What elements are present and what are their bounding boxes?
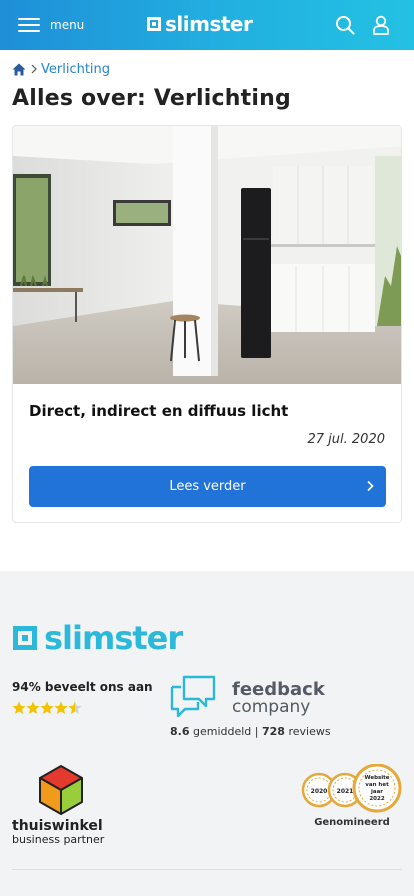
article-card[interactable]: Direct, indirect en diffuus licht 27 jul… (12, 125, 402, 523)
hamburger-icon (18, 17, 40, 33)
award-year-2020: 2020 (311, 788, 328, 795)
review-count-label: reviews (288, 725, 331, 738)
footer-divider (12, 869, 402, 870)
user-icon[interactable] (371, 15, 391, 35)
article-image[interactable] (13, 126, 401, 384)
chevron-right-icon (31, 64, 37, 74)
website-award-badges[interactable]: 2020 2021 Website van het jaar 2022 (301, 763, 403, 820)
thuiswinkel-cube-icon (39, 765, 83, 815)
slimster-logo-icon (13, 626, 37, 650)
award-line-4: 2022 (369, 796, 384, 802)
header-logo[interactable]: slimster (146, 12, 253, 36)
star-icon (40, 701, 54, 714)
review-count: 728 (262, 725, 285, 738)
search-icon[interactable] (335, 15, 355, 35)
rating-stars (12, 701, 82, 715)
read-more-label: Lees verder (169, 479, 246, 494)
site-footer: slimster 94% beveelt ons aan feedback co… (0, 571, 414, 896)
award-seal-icon: 2020 2021 Website van het jaar 2022 (301, 763, 402, 813)
award-caption: Genomineerd (314, 817, 390, 828)
breadcrumb: Verlichting (12, 60, 110, 78)
read-more-button[interactable]: Lees verder (29, 466, 386, 507)
chevron-right-icon (367, 480, 374, 492)
menu-button[interactable]: menu (18, 14, 84, 36)
thuiswinkel-name: thuiswinkel (12, 818, 103, 834)
star-half-icon (68, 701, 82, 714)
award-line-2: van het (365, 782, 389, 788)
award-line-3: jaar (370, 789, 383, 795)
breadcrumb-current[interactable]: Verlichting (41, 62, 110, 77)
menu-label: menu (50, 18, 85, 32)
article-date: 27 jul. 2020 (307, 432, 386, 447)
award-line-1: Website (364, 775, 389, 781)
header-brand: slimster (165, 12, 253, 36)
thuiswinkel-logo[interactable] (12, 764, 110, 820)
recommend-text: 94% beveelt ons aan (12, 680, 153, 694)
top-header: menu slimster (0, 0, 414, 50)
home-icon[interactable] (12, 63, 26, 76)
speech-bubbles-icon (170, 675, 216, 718)
review-score-label: gemiddeld | (193, 725, 259, 738)
star-icon (26, 701, 40, 714)
feedback-company-word2: company (232, 697, 311, 717)
review-score: 8.6 (170, 725, 190, 738)
thuiswinkel-subtitle: business partner (12, 833, 105, 846)
page-title: Alles over: Verlichting (12, 86, 291, 111)
footer-logo[interactable]: slimster (12, 619, 183, 657)
star-icon (54, 701, 68, 714)
award-year-2021: 2021 (337, 788, 354, 795)
star-icon (12, 701, 26, 714)
feedback-company-stats: 8.6 gemiddeld | 728 reviews (170, 725, 331, 738)
article-title[interactable]: Direct, indirect en diffuus licht (29, 402, 288, 420)
feedback-company-logo[interactable]: feedback company (170, 675, 325, 723)
footer-brand: slimster (44, 619, 183, 657)
slimster-logo-icon (147, 17, 161, 31)
